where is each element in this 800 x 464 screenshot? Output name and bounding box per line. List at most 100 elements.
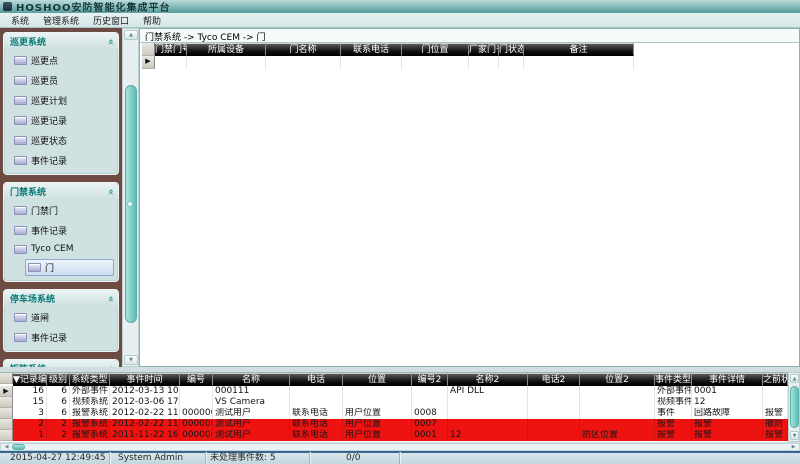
collapse-icon[interactable]: «: [106, 295, 114, 301]
cell[interactable]: [180, 397, 213, 408]
cell[interactable]: 报警系统: [70, 408, 110, 419]
column-header[interactable]: 名称: [213, 373, 290, 386]
cell[interactable]: [580, 408, 655, 419]
section-header[interactable]: 巡更系统«: [4, 33, 118, 49]
cell[interactable]: 12: [692, 397, 763, 408]
cell[interactable]: 报警: [763, 430, 788, 441]
column-header[interactable]: 事件时间: [110, 373, 180, 386]
cell[interactable]: 报警: [655, 430, 692, 441]
scroll-right-icon[interactable]: ▶: [789, 444, 798, 450]
column-header[interactable]: 系统类型: [70, 373, 110, 386]
cell[interactable]: 12: [448, 430, 528, 441]
cell[interactable]: 00000002: [180, 419, 213, 430]
cell[interactable]: [528, 419, 580, 430]
column-header[interactable]: 事件详情: [692, 373, 763, 386]
cell[interactable]: 视频事件: [655, 397, 692, 408]
table-row[interactable]: 22报警系统2012-02-22 11:26:0200000002测试用户联系电…: [0, 419, 788, 430]
cell[interactable]: 用户位置: [343, 408, 412, 419]
column-header[interactable]: ▼记录编号: [13, 373, 47, 386]
horizontal-scrollbar[interactable]: ◀ ▶: [0, 443, 800, 451]
cell[interactable]: 防区位置: [580, 430, 655, 441]
column-header[interactable]: 编号2: [412, 373, 448, 386]
cell[interactable]: [528, 430, 580, 441]
table-row[interactable]: ▶: [142, 56, 634, 69]
sidebar-item[interactable]: 巡更记录: [11, 112, 115, 129]
cell[interactable]: 报警: [655, 419, 692, 430]
column-header[interactable]: 联系电话: [341, 43, 402, 56]
section-header[interactable]: 停车场系统«: [4, 290, 118, 306]
sidebar-item[interactable]: 门: [25, 259, 114, 276]
cell[interactable]: [343, 386, 412, 397]
cell[interactable]: 6: [47, 386, 70, 397]
cell[interactable]: 3: [13, 408, 47, 419]
cell[interactable]: [580, 397, 655, 408]
sidebar-item[interactable]: 事件记录: [11, 152, 115, 169]
cell[interactable]: 用户位置: [343, 430, 412, 441]
cell[interactable]: 6: [47, 408, 70, 419]
cell[interactable]: [266, 56, 341, 69]
scroll-down-icon[interactable]: ▼: [790, 431, 799, 440]
cell[interactable]: 16: [13, 386, 47, 397]
cell[interactable]: 0001: [692, 386, 763, 397]
collapse-icon[interactable]: «: [106, 365, 114, 367]
cell[interactable]: [580, 419, 655, 430]
column-header[interactable]: 事件类型: [655, 373, 692, 386]
cell[interactable]: 2012-03-06 17:26:34: [110, 397, 180, 408]
cell[interactable]: [448, 419, 528, 430]
table-row[interactable]: ▶166外部事件2012-03-13 10:38:04000111API DLL…: [0, 386, 788, 397]
cell[interactable]: 00000003: [180, 430, 213, 441]
cell[interactable]: 0001: [412, 430, 448, 441]
cell[interactable]: 报警: [692, 430, 763, 441]
cell[interactable]: [341, 56, 402, 69]
cell[interactable]: 6: [47, 397, 70, 408]
menu-item-0[interactable]: 系统: [4, 13, 36, 28]
cell[interactable]: [528, 397, 580, 408]
cell[interactable]: 测试用户: [213, 430, 290, 441]
scroll-left-icon[interactable]: ◀: [2, 444, 11, 450]
sidebar-item[interactable]: 门禁门: [11, 202, 115, 219]
cell[interactable]: 外部事件: [70, 386, 110, 397]
scroll-up-icon[interactable]: ▲: [124, 30, 138, 40]
cell[interactable]: 报警: [692, 419, 763, 430]
cell[interactable]: 事件: [655, 408, 692, 419]
cell[interactable]: 联系电话: [290, 430, 343, 441]
event-scroll-thumb[interactable]: [790, 386, 799, 428]
cell[interactable]: 0007: [412, 419, 448, 430]
cell[interactable]: [412, 386, 448, 397]
cell[interactable]: 撤防: [763, 419, 788, 430]
cell[interactable]: [448, 397, 528, 408]
sidebar-scrollbar[interactable]: ▲ ▼: [122, 28, 139, 367]
section-header[interactable]: 门禁系统«: [4, 183, 118, 199]
column-header[interactable]: 门状态: [499, 43, 524, 56]
column-header[interactable]: 电话2: [528, 373, 580, 386]
column-header[interactable]: 级别: [47, 373, 70, 386]
cell[interactable]: 2012-02-22 11:26:02: [110, 408, 180, 419]
cell[interactable]: [290, 386, 343, 397]
cell[interactable]: 报警: [763, 408, 788, 419]
table-row[interactable]: 12报警系统2011-11-22 16:00:2700000003测试用户联系电…: [0, 430, 788, 441]
cell[interactable]: 2012-02-22 11:26:02: [110, 419, 180, 430]
cell[interactable]: 2: [13, 419, 47, 430]
cell[interactable]: [448, 408, 528, 419]
cell[interactable]: 00000002: [180, 408, 213, 419]
cell[interactable]: [402, 56, 469, 69]
cell[interactable]: [469, 56, 499, 69]
cell[interactable]: 报警系统: [70, 419, 110, 430]
column-header[interactable]: 位置2: [580, 373, 655, 386]
column-header[interactable]: 门禁门号: [155, 43, 187, 56]
cell[interactable]: 联系电话: [290, 419, 343, 430]
cell[interactable]: 2012-03-13 10:38:04: [110, 386, 180, 397]
cell[interactable]: [412, 397, 448, 408]
cell[interactable]: [155, 56, 187, 69]
cell[interactable]: [187, 56, 266, 69]
cell[interactable]: 15: [13, 397, 47, 408]
cell[interactable]: VS Camera: [213, 397, 290, 408]
column-header[interactable]: 所属设备: [187, 43, 266, 56]
collapse-icon[interactable]: «: [106, 38, 114, 44]
cell[interactable]: API DLL: [448, 386, 528, 397]
cell[interactable]: [580, 386, 655, 397]
cell[interactable]: [763, 397, 788, 408]
cell[interactable]: [763, 386, 788, 397]
column-header[interactable]: 电话: [290, 373, 343, 386]
cell[interactable]: 测试用户: [213, 408, 290, 419]
